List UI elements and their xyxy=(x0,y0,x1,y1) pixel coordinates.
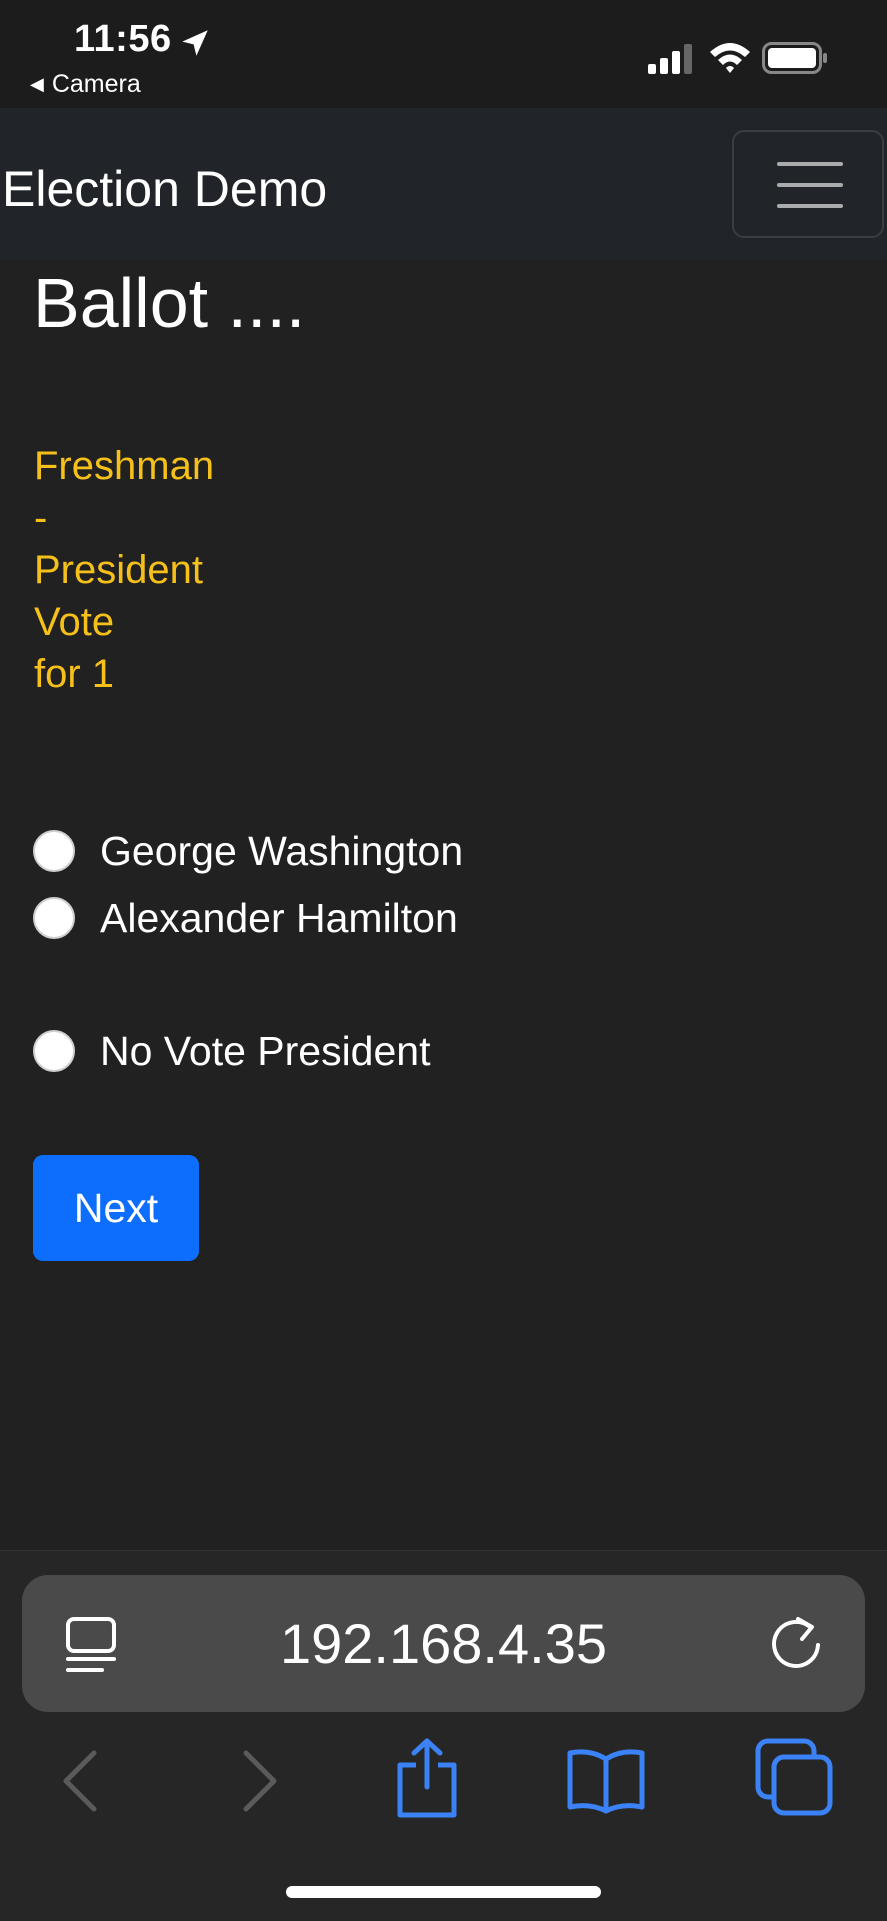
radio-button[interactable] xyxy=(33,897,75,939)
share-icon[interactable] xyxy=(392,1735,462,1819)
tabs-icon[interactable] xyxy=(754,1737,834,1817)
navbar-brand[interactable]: Election Demo xyxy=(2,160,327,218)
url-text[interactable]: 192.168.4.35 xyxy=(22,1575,865,1712)
navbar-toggler-button[interactable] xyxy=(732,130,884,238)
back-to-camera-link[interactable]: ◀ Camera xyxy=(30,70,141,99)
signal-icon xyxy=(648,44,692,74)
status-time: 11:56 xyxy=(74,18,172,60)
candidate-label: Alexander Hamilton xyxy=(100,894,458,941)
wifi-icon xyxy=(710,43,750,73)
race-heading: Freshman - President Vote for 1 xyxy=(34,444,334,707)
browser-toolbar: 192.168.4.35 xyxy=(0,1550,887,1921)
back-triangle-icon: ◀ xyxy=(30,74,44,94)
bookmarks-icon[interactable] xyxy=(564,1745,648,1815)
battery-icon xyxy=(762,42,827,74)
reader-icon[interactable] xyxy=(64,1615,118,1675)
forward-icon[interactable] xyxy=(238,1749,282,1813)
navbar: Election Demo xyxy=(0,108,887,260)
radio-button[interactable] xyxy=(33,1030,75,1072)
location-arrow-icon xyxy=(182,30,208,56)
race-heading-line: for 1 xyxy=(34,652,115,696)
back-app-label: Camera xyxy=(51,70,141,98)
page-title: Ballot .... xyxy=(33,264,306,342)
no-vote-label: No Vote President xyxy=(100,1027,431,1074)
reload-icon[interactable] xyxy=(766,1613,826,1673)
home-indicator[interactable] xyxy=(286,1886,601,1898)
address-bar[interactable]: 192.168.4.35 xyxy=(22,1575,865,1712)
no-vote-option[interactable]: No Vote President xyxy=(33,1027,430,1075)
back-icon[interactable] xyxy=(58,1749,102,1813)
next-button[interactable]: Next xyxy=(33,1155,199,1261)
candidate-option-george-washington[interactable]: George Washington xyxy=(33,827,463,875)
candidate-label: George Washington xyxy=(100,827,464,874)
status-bar: 11:56 ◀ Camera xyxy=(0,0,887,108)
radio-button[interactable] xyxy=(33,830,75,872)
candidate-option-alexander-hamilton[interactable]: Alexander Hamilton xyxy=(33,894,458,942)
